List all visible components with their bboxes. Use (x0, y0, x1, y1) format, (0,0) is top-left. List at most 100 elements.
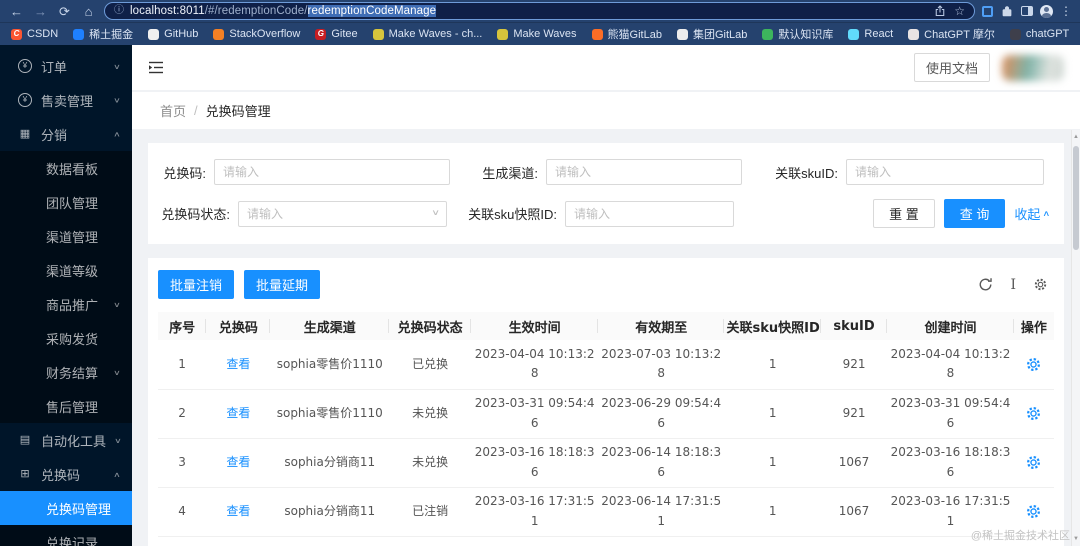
status-text: 已注销 (389, 487, 472, 537)
bookmark-item[interactable]: chatGPT (1009, 28, 1069, 40)
row-settings-icon[interactable] (1025, 405, 1042, 422)
favicon (591, 28, 603, 40)
view-link[interactable]: 查看 (226, 504, 250, 518)
sidebar-item-product-promo[interactable]: 商品推广 ∨ (0, 287, 132, 321)
collapse-link[interactable]: 收起 ∧ (1014, 204, 1050, 223)
row-settings-icon[interactable] (1025, 503, 1042, 520)
chevron-down-icon: ∨ (114, 435, 122, 445)
sidebar-item-aftersale[interactable]: 售后管理 (0, 389, 132, 423)
table-row: 3 查看 sophia分销商11 未兑换 2023-03-16 18:18:36… (158, 438, 1054, 488)
favicon (762, 28, 774, 40)
col-snapshot: 关联sku快照ID (724, 312, 821, 340)
yen-circle-icon: ¥ (18, 59, 32, 73)
scroll-up-icon[interactable]: ▲ (1072, 132, 1080, 142)
batch-extend-button[interactable]: 批量延期 (244, 270, 321, 299)
sidebar-item-redemption-record[interactable]: 兑换记录 (0, 525, 132, 546)
url-path: /#/redemptionCode/ (204, 5, 308, 17)
bookmark-item[interactable]: ChatGPT 摩尔 (908, 26, 995, 42)
bookmark-item[interactable]: G Gitee (315, 28, 358, 40)
site-info-icon[interactable]: ⓘ (114, 6, 124, 16)
redacted-user-info[interactable] (1002, 54, 1064, 81)
col-start: 生效时间 (471, 312, 598, 340)
sidebar-item-sales-mgmt[interactable]: ¥ 售卖管理 ∨ (0, 83, 132, 117)
batch-cancel-button[interactable]: 批量注销 (158, 270, 235, 299)
snapshot-input[interactable] (565, 200, 734, 227)
browser-menu-icon[interactable]: ⋮ (1060, 5, 1072, 17)
sidebar-item-distribution[interactable]: ▦ 分销 ∧ (0, 117, 132, 151)
bookmark-item[interactable]: StackOverflow (213, 28, 300, 40)
side-panel-icon[interactable] (1021, 6, 1033, 16)
sidebar: ¥ 订单 ∨ ¥ 售卖管理 ∨ ▦ 分销 ∧ 数据看板 团队管理 渠道管理 渠道等级 商品推… (0, 45, 132, 546)
profile-avatar-icon[interactable] (1040, 4, 1053, 18)
reset-button[interactable]: 重 置 (873, 199, 935, 228)
share-icon[interactable] (934, 5, 946, 17)
table-row: 2 查看 sophia零售价1110 未兑换 2023-03-31 09:54:… (158, 389, 1054, 439)
sidebar-item-team-mgmt[interactable]: 团队管理 (0, 185, 132, 219)
code-input[interactable] (214, 159, 450, 185)
bookmark-item[interactable]: GitHub (148, 28, 198, 40)
bookmark-star-icon[interactable]: ☆ (954, 5, 965, 17)
sidebar-item-redemption-code-mgmt[interactable]: 兑换码管理 (0, 491, 132, 525)
favicon (372, 28, 384, 40)
bookmark-item[interactable]: C CSDN (11, 28, 58, 40)
address-bar[interactable]: ⓘ localhost:8011/#/redemptionCode/redemp… (104, 2, 975, 20)
bookmark-item[interactable]: 默认知识库 (762, 26, 833, 42)
content-scrollbar[interactable]: ▲ ▼ (1071, 130, 1080, 546)
bookmark-item[interactable]: Make Waves (497, 28, 577, 40)
sidebar-item-channel-level[interactable]: 渠道等级 (0, 253, 132, 287)
col-channel: 生成渠道 (270, 312, 389, 340)
sidebar-item-data-board[interactable]: 数据看板 (0, 151, 132, 185)
column-settings-icon[interactable] (1033, 277, 1048, 292)
url-text[interactable]: localhost:8011/#/redemptionCode/redempti… (130, 5, 928, 17)
refresh-icon[interactable] (978, 277, 993, 292)
col-code: 兑换码 (206, 312, 271, 340)
col-actions: 操作 (1013, 312, 1054, 340)
bookmark-item[interactable]: React (848, 28, 893, 40)
favicon (213, 28, 225, 40)
sidebar-item-redemption-code[interactable]: ⊞ 兑换码 ∧ (0, 457, 132, 491)
bookmark-item[interactable]: Make Waves - ch... (372, 28, 482, 40)
docs-button[interactable]: 使用文档 (913, 53, 990, 82)
view-link[interactable]: 查看 (226, 406, 250, 420)
back-icon[interactable]: ← (8, 5, 25, 18)
favicon: G (315, 28, 327, 40)
sidebar-item-orders[interactable]: ¥ 订单 ∨ (0, 49, 132, 83)
sidebar-item-automation[interactable]: ▤ 自动化工具 ∨ (0, 423, 132, 457)
status-select[interactable] (238, 200, 447, 227)
bookmark-item[interactable]: 集团GitLab (676, 26, 747, 42)
sidebar-item-finance[interactable]: 财务结算 ∨ (0, 355, 132, 389)
status-text: 已兑换 (389, 340, 472, 390)
scrollbar-thumb[interactable] (1073, 146, 1079, 250)
breadcrumb-current: 兑换码管理 (205, 104, 271, 119)
bookmark-item[interactable]: 稀土掘金 (73, 26, 133, 42)
view-link[interactable]: 查看 (226, 357, 250, 371)
channel-input[interactable] (546, 159, 742, 185)
view-link[interactable]: 查看 (226, 455, 250, 469)
breadcrumb-home[interactable]: 首页 (160, 101, 186, 120)
chevron-up-icon: ∧ (1042, 208, 1051, 218)
screenshot-extension-icon[interactable] (982, 5, 993, 17)
extensions-puzzle-icon[interactable] (1000, 4, 1014, 18)
query-button[interactable]: 查 询 (943, 199, 1006, 228)
scroll-down-icon[interactable]: ▼ (1072, 534, 1080, 544)
favicon: C (11, 28, 22, 40)
menu-fold-icon[interactable] (148, 60, 164, 75)
snapshot-field-label: 关联sku快照ID: (468, 207, 557, 222)
sidebar-item-channel-mgmt[interactable]: 渠道管理 (0, 219, 132, 253)
row-density-icon[interactable]: I (1010, 278, 1016, 292)
reload-icon[interactable]: ⟳ (56, 5, 73, 18)
home-icon[interactable]: ⌂ (80, 5, 97, 18)
page-header: 使用文档 (132, 45, 1080, 90)
sidebar-item-purchase-ship[interactable]: 采购发货 (0, 321, 132, 355)
favicon (1009, 28, 1021, 40)
row-settings-icon[interactable] (1025, 454, 1042, 471)
forward-icon[interactable]: → (32, 5, 49, 18)
search-panel: 兑换码: 生成渠道: 关联skuID: 兑换码状态: ∨ 关联sku快照ID: (148, 143, 1064, 244)
row-settings-icon[interactable] (1025, 356, 1042, 373)
chevron-down-icon: ∨ (113, 299, 121, 309)
bookmark-item[interactable]: 熊猫GitLab (591, 26, 662, 42)
sku-input[interactable] (846, 159, 1044, 185)
redemption-code-table: 序号 兑换码 生成渠道 兑换码状态 生效时间 有效期至 关联sku快照ID sk… (158, 312, 1054, 546)
breadcrumb-separator: / (194, 103, 198, 118)
col-status: 兑换码状态 (389, 312, 472, 340)
